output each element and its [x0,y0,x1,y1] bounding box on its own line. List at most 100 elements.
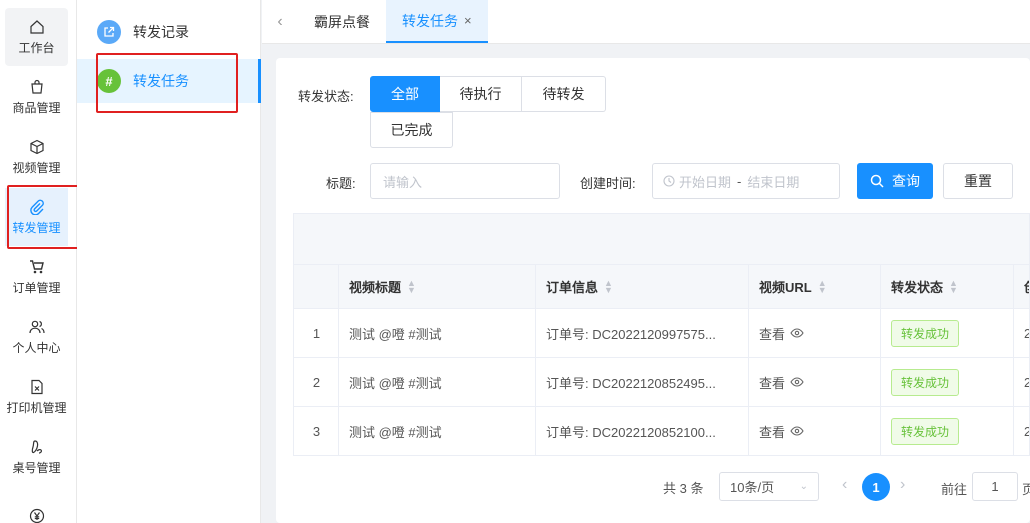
date-separator: - [737,173,742,189]
pagination-total: 共 3 条 [663,481,704,496]
submenu-item-forward-tasks[interactable]: # 转发任务 [77,59,261,103]
nav-item-orders[interactable]: 订单管理 [5,248,68,306]
submenu-label: 转发记录 [133,24,189,40]
sort-icon[interactable]: ▲ ▼ [407,278,416,294]
nav-label: 视频管理 [12,161,61,175]
column-divider [880,265,881,455]
hash-icon: # [97,69,121,93]
eye-icon[interactable] [790,426,804,436]
col-created[interactable]: 创 [1014,265,1029,308]
cell-order: 订单号: DC2022120997575... [546,326,716,342]
nav-label: 个人中心 [12,341,61,355]
nav-item-printers[interactable]: 打印机管理 [5,368,68,426]
paperclip-icon [28,198,46,216]
cell-order: 订单号: DC2022120852495... [546,375,716,391]
column-divider [535,265,536,455]
title-input[interactable]: 请输入 [370,163,560,199]
title-filter-label: 标题: [326,176,356,191]
sort-icon[interactable]: ▲ ▼ [604,278,613,294]
nav-item-tables[interactable]: 桌号管理 [5,428,68,486]
date-filter-label: 创建时间: [580,176,636,191]
cell-title: 测试 @噔 #测试 [349,326,442,342]
goto-suffix: 页 [1022,482,1030,497]
prev-page-icon[interactable]: ‹ [842,476,847,494]
cell-title: 测试 @噔 #测试 [349,375,442,391]
yen-icon [28,507,46,523]
cell-url[interactable]: 查看 [749,358,881,406]
status-badge: 转发成功 [891,417,960,445]
nav-item-workbench[interactable]: 工作台 [5,8,68,66]
nav-item-finance[interactable] [5,488,68,523]
cell-url[interactable]: 查看 [749,407,881,455]
status-option-all[interactable]: 全部 [370,76,440,112]
submenu-item-forward-records[interactable]: 转发记录 [77,10,261,54]
cart-icon [28,258,46,276]
eye-icon[interactable] [790,377,804,387]
nav-item-forwarding[interactable]: 转发管理 [5,188,68,246]
column-divider [338,265,339,455]
status-badge: 转发成功 [891,319,960,347]
cell-status: 转发成功 [881,309,1014,357]
nav-item-profile[interactable]: 个人中心 [5,308,68,366]
date-range-picker[interactable]: 开始日期 - 结束日期 [652,163,840,199]
search-button-label: 查询 [892,173,920,189]
table-row[interactable]: 1 测试 @噔 #测试 订单号: DC2022120997575... 查看 转… [294,309,1029,358]
content-card: 转发状态: 全部 待执行 待转发 已完成 标题: 请输入 创建时间: 开始日期 … [276,58,1030,523]
status-option-completed[interactable]: 已完成 [370,112,453,148]
cell-created: 2 [1014,358,1029,406]
date-end: 结束日期 [747,174,800,190]
submenu-label: 转发任务 [133,73,189,89]
nav-item-videos[interactable]: 视频管理 [5,128,68,186]
nav-label: 工作台 [18,41,55,55]
table-toolbar [294,214,1029,265]
tab-bar: ‹ 霸屏点餐 转发任务 × [262,0,1030,44]
close-icon[interactable]: × [464,13,472,28]
eye-icon[interactable] [790,328,804,338]
page-number-current[interactable]: 1 [862,473,890,501]
col-video-title[interactable]: 视频标题 ▲ ▼ [339,265,536,308]
status-option-pending-forward[interactable]: 待转发 [522,76,606,112]
status-filter-group-row2: 已完成 [370,112,453,148]
footprint-icon [28,438,46,456]
cell-url[interactable]: 查看 [749,309,881,357]
table-row[interactable]: 3 测试 @噔 #测试 订单号: DC2022120852100... 查看 转… [294,407,1029,455]
status-filter-label: 转发状态: [298,89,354,104]
col-video-url[interactable]: 视频URL ▲ ▼ [749,265,881,308]
column-divider [1013,265,1014,455]
nav-label: 商品管理 [12,101,61,115]
search-button[interactable]: 查询 [857,163,933,199]
tab-forward-tasks[interactable]: 转发任务 × [386,0,488,43]
status-badge: 转发成功 [891,368,960,396]
users-icon [28,318,46,336]
tab-ba-ping-dian-can[interactable]: 霸屏点餐 [298,0,386,43]
next-page-icon[interactable]: › [900,476,905,494]
sort-icon[interactable]: ▲ ▼ [949,278,958,294]
nav-item-products[interactable]: 商品管理 [5,68,68,126]
sort-icon[interactable]: ▲ ▼ [818,278,827,294]
reset-button[interactable]: 重置 [943,163,1013,199]
chevron-left-icon[interactable]: ‹ [262,0,298,43]
nav-label: 转发管理 [12,221,61,235]
goto-label: 前往 [941,482,968,497]
cell-created: 2 [1014,407,1029,455]
nav-label: 订单管理 [12,281,61,295]
cell-created: 2 [1014,309,1029,357]
status-option-pending-exec[interactable]: 待执行 [440,76,522,112]
nav-label: 打印机管理 [6,401,67,415]
col-order-info[interactable]: 订单信息 ▲ ▼ [536,265,749,308]
clock-icon [663,175,675,187]
cell-status: 转发成功 [881,358,1014,406]
page-size-select[interactable]: 10条/页 ⌄ [719,472,819,501]
file-x-icon [28,378,46,396]
goto-page-input[interactable]: 1 [972,472,1018,501]
tasks-table: 视频标题▲▼ 订单信息▲▼ 视频URL▲▼ 转发状态▲▼ 创 1 测试 @噔 #… [293,213,1030,456]
home-icon [28,18,46,36]
cell-order: 订单号: DC2022120852100... [546,424,716,440]
table-row[interactable]: 2 测试 @噔 #测试 订单号: DC2022120852495... 查看 转… [294,358,1029,407]
cell-title: 测试 @噔 #测试 [349,424,442,440]
table-header: 视频标题▲▼ 订单信息▲▼ 视频URL▲▼ 转发状态▲▼ 创 [294,265,1029,309]
date-start: 开始日期 [679,174,732,190]
col-forward-status[interactable]: 转发状态 ▲ ▼ [881,265,1014,308]
chevron-down-icon: ⌄ [799,481,808,492]
row-index: 2 [312,374,321,390]
